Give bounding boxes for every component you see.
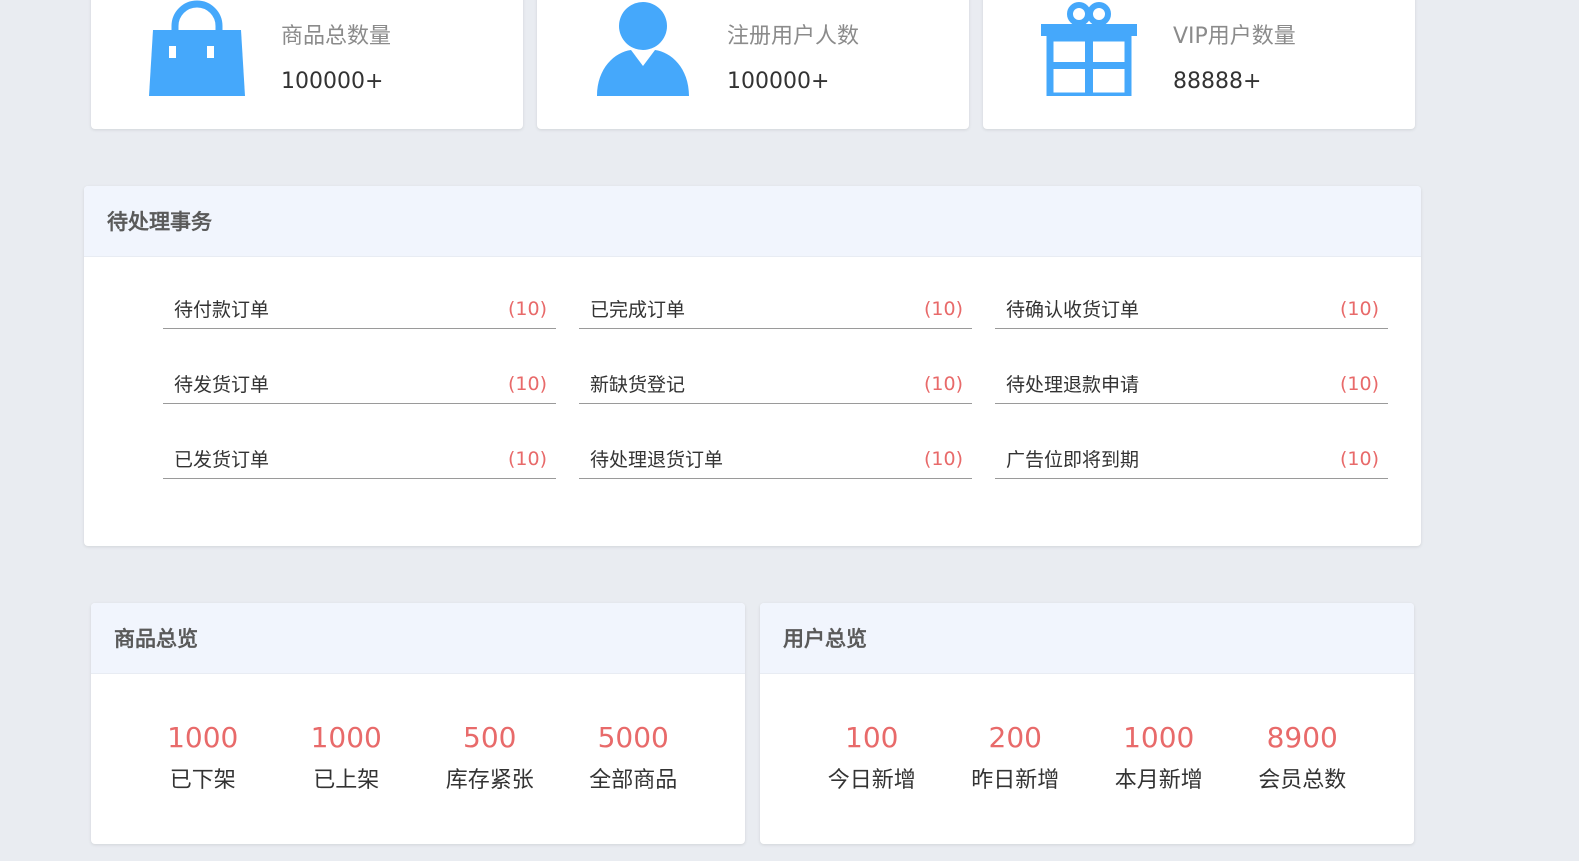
task-name: 已发货订单 <box>174 449 270 471</box>
task-count: (10) <box>507 447 547 470</box>
stat-card-users: 注册用户人数 100000+ <box>537 0 969 129</box>
task-count: (10) <box>923 447 963 470</box>
panel-title: 商品总览 <box>91 603 745 674</box>
stat-value: 88888+ <box>1173 69 1262 94</box>
task-name: 待处理退款申请 <box>1006 374 1140 396</box>
task-item-pending-payment[interactable]: 待付款订单 (10) <box>163 289 556 329</box>
overview-value: 5000 <box>597 721 669 754</box>
task-grid: 待付款订单 (10) 已完成订单 (10) 待确认收货订单 (10) 待发货订单… <box>163 289 1388 479</box>
overview-item-low-stock[interactable]: 500 库存紧张 <box>425 718 555 801</box>
task-item-pending-shipment[interactable]: 待发货订单 (10) <box>163 364 556 404</box>
overview-value: 500 <box>463 721 517 754</box>
task-name: 待发货订单 <box>174 374 270 396</box>
overview-label: 全部商品 <box>589 768 678 793</box>
overview-label: 昨日新增 <box>971 768 1060 793</box>
overview-item-delisted[interactable]: 1000 已下架 <box>138 718 268 801</box>
overview-item-total-members[interactable]: 8900 会员总数 <box>1237 718 1367 801</box>
overview-item-listed[interactable]: 1000 已上架 <box>281 718 411 801</box>
gift-icon <box>1041 2 1137 96</box>
panel-title: 用户总览 <box>760 603 1414 674</box>
task-name: 待确认收货订单 <box>1006 299 1140 321</box>
user-overview-panel: 用户总览 100 今日新增 200 昨日新增 1000 本月新增 8900 会员… <box>760 603 1414 844</box>
task-item-out-of-stock[interactable]: 新缺货登记 (10) <box>579 364 972 404</box>
overview-item-all-products[interactable]: 5000 全部商品 <box>568 718 698 801</box>
task-count: (10) <box>923 297 963 320</box>
shopping-bag-icon <box>149 0 245 96</box>
overview-label: 库存紧张 <box>445 768 534 793</box>
task-item-shipped[interactable]: 已发货订单 (10) <box>163 439 556 479</box>
task-count: (10) <box>1339 447 1379 470</box>
stat-label: VIP用户数量 <box>1173 24 1296 49</box>
overview-label: 已下架 <box>169 768 236 793</box>
task-count: (10) <box>507 372 547 395</box>
stat-card-products: 商品总数量 100000+ <box>91 0 523 129</box>
task-name: 待付款订单 <box>174 299 270 321</box>
overview-value: 8900 <box>1266 721 1338 754</box>
overview-value: 200 <box>988 721 1042 754</box>
task-count: (10) <box>1339 297 1379 320</box>
task-count: (10) <box>1339 372 1379 395</box>
task-count: (10) <box>923 372 963 395</box>
overview-label: 今日新增 <box>827 768 916 793</box>
overview-item-today-new[interactable]: 100 今日新增 <box>807 718 937 801</box>
overview-label: 会员总数 <box>1258 768 1347 793</box>
overview-value: 1000 <box>167 721 239 754</box>
overview-value: 100 <box>845 721 899 754</box>
overview-body: 1000 已下架 1000 已上架 500 库存紧张 5000 全部商品 <box>91 674 745 801</box>
overview-item-yesterday-new[interactable]: 200 昨日新增 <box>950 718 1080 801</box>
task-item-refund-requests[interactable]: 待处理退款申请 (10) <box>995 364 1388 404</box>
overview-label: 已上架 <box>313 768 380 793</box>
stat-label: 商品总数量 <box>281 24 392 49</box>
product-overview-panel: 商品总览 1000 已下架 1000 已上架 500 库存紧张 5000 全部商… <box>91 603 745 844</box>
stat-card-vip: VIP用户数量 88888+ <box>983 0 1415 129</box>
task-name: 新缺货登记 <box>590 374 686 396</box>
task-item-completed[interactable]: 已完成订单 (10) <box>579 289 972 329</box>
task-item-pending-receipt[interactable]: 待确认收货订单 (10) <box>995 289 1388 329</box>
dashboard-page: 商品总数量 100000+ 注册用户人数 100000+ VIP用户数量 888… <box>0 0 1579 861</box>
user-icon <box>597 2 689 96</box>
overview-value: 1000 <box>1123 721 1195 754</box>
task-name: 待处理退货订单 <box>590 449 724 471</box>
panel-title: 待处理事务 <box>84 186 1421 257</box>
task-item-return-orders[interactable]: 待处理退货订单 (10) <box>579 439 972 479</box>
task-item-ad-expiring[interactable]: 广告位即将到期 (10) <box>995 439 1388 479</box>
task-name: 广告位即将到期 <box>1006 449 1140 471</box>
stat-value: 100000+ <box>727 69 830 94</box>
overview-item-month-new[interactable]: 1000 本月新增 <box>1094 718 1224 801</box>
stat-label: 注册用户人数 <box>727 24 860 49</box>
overview-value: 1000 <box>310 721 382 754</box>
stat-value: 100000+ <box>281 69 384 94</box>
task-count: (10) <box>507 297 547 320</box>
overview-body: 100 今日新增 200 昨日新增 1000 本月新增 8900 会员总数 <box>760 674 1414 801</box>
overview-label: 本月新增 <box>1114 768 1203 793</box>
task-name: 已完成订单 <box>590 299 686 321</box>
pending-tasks-panel: 待处理事务 待付款订单 (10) 已完成订单 (10) 待确认收货订单 (10)… <box>84 186 1421 546</box>
